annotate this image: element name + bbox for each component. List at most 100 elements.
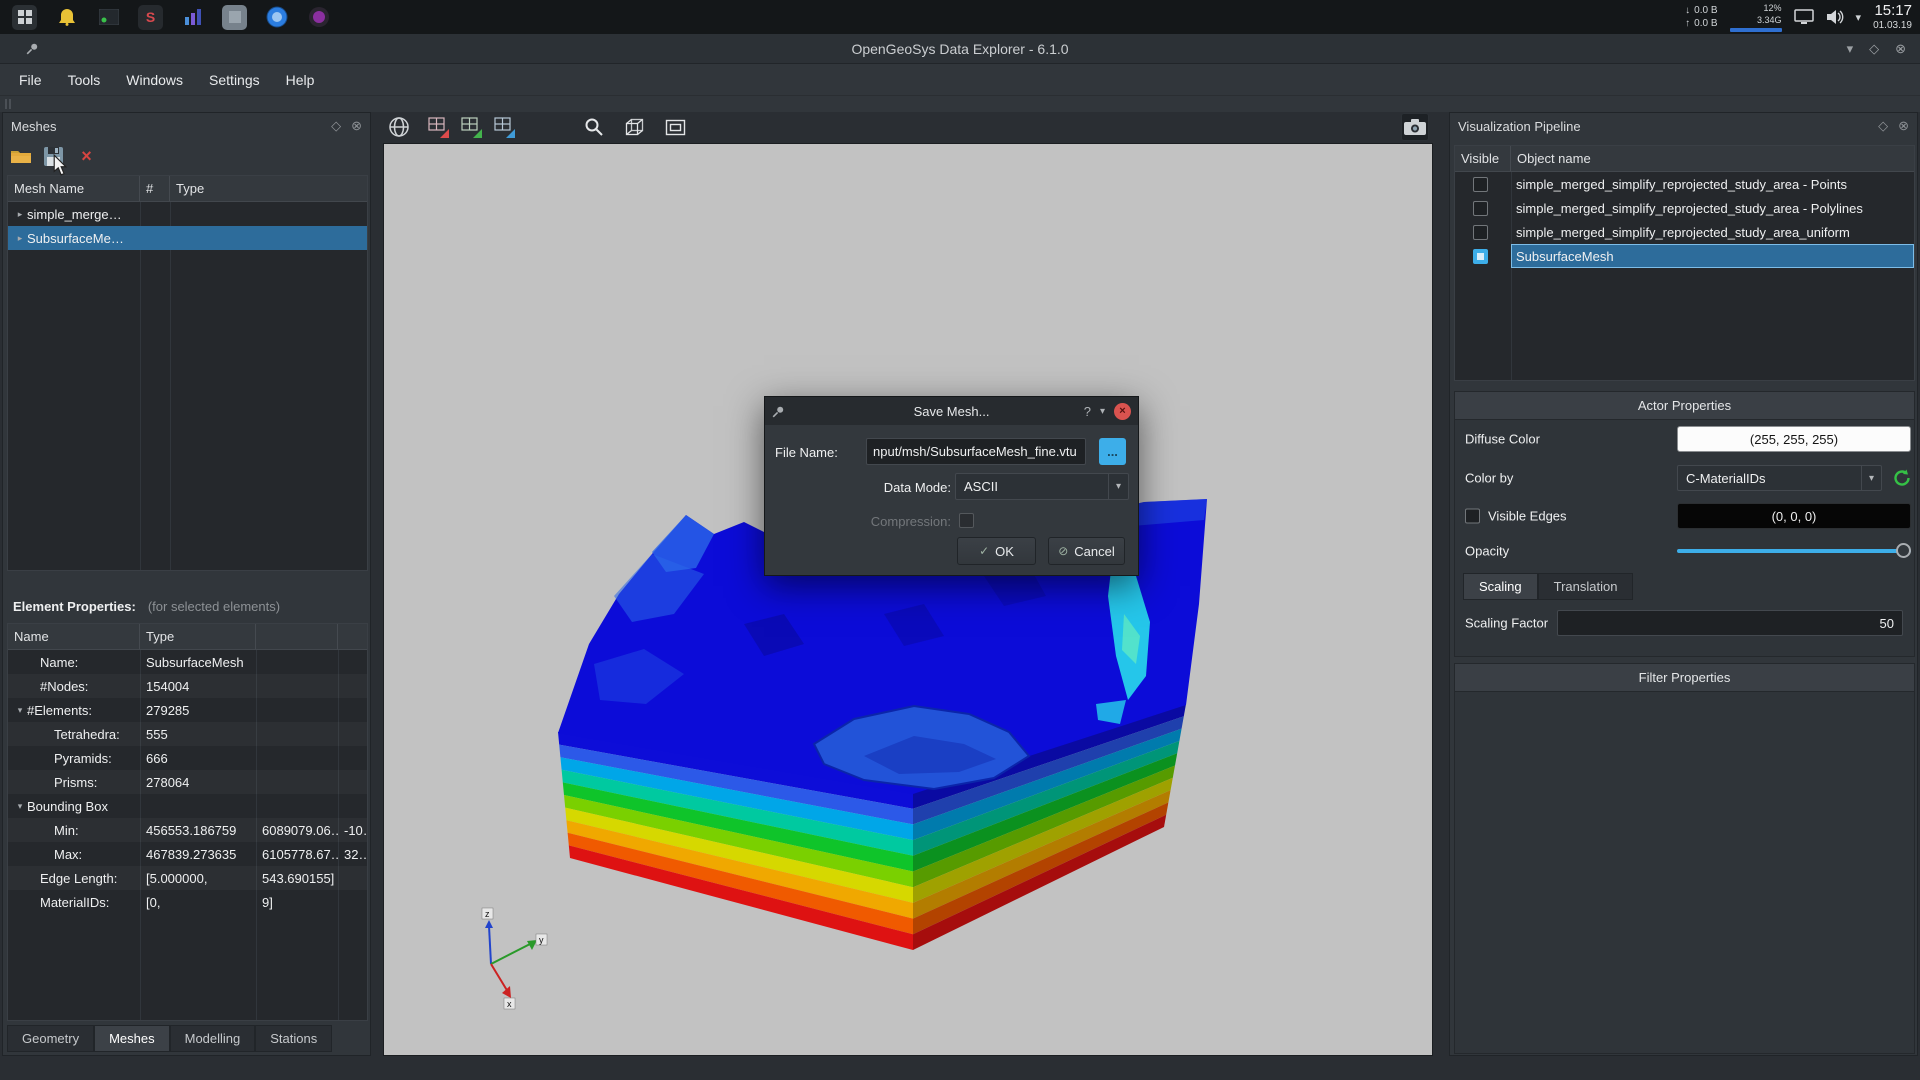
notifications-icon[interactable] (54, 5, 79, 30)
shade-window-icon[interactable]: ▾ (1847, 41, 1854, 57)
property-row[interactable]: Prisms:278064 (8, 770, 367, 794)
tab-translation[interactable]: Translation (1538, 573, 1634, 600)
open-file-button[interactable] (7, 143, 34, 169)
shade-dialog-icon[interactable]: ▾ (1100, 406, 1105, 417)
window-titlebar[interactable]: OpenGeoSys Data Explorer - 6.1.0 ▾ ◇ ⊗ (0, 34, 1920, 64)
media-app-icon[interactable] (306, 5, 331, 30)
globe-button[interactable] (385, 113, 413, 141)
cancel-button[interactable]: ⊘Cancel (1048, 537, 1125, 565)
system-stats[interactable]: 12% 3.34G (1730, 2, 1782, 32)
network-monitor[interactable]: ↓↑ 0.0 B0.0 B (1685, 4, 1717, 30)
menu-windows[interactable]: Windows (113, 67, 196, 93)
meshes-dock-header[interactable]: Meshes ◇ ⊗ (3, 113, 370, 139)
show-all-button[interactable] (620, 113, 648, 141)
add-mesh-element-button[interactable] (457, 113, 485, 141)
remove-mesh-element-button[interactable] (424, 113, 452, 141)
slider-handle[interactable] (1896, 543, 1911, 558)
diffuse-color-label: Diffuse Color (1465, 432, 1540, 447)
visibility-checkbox[interactable] (1473, 177, 1488, 192)
s-app-icon[interactable]: S (138, 5, 163, 30)
menu-help[interactable]: Help (273, 67, 328, 93)
column-header: Name (8, 624, 140, 649)
pipeline-row[interactable]: simple_merged_simplify_reprojected_study… (1455, 196, 1914, 220)
toolbar-handle[interactable] (5, 99, 11, 109)
property-row[interactable]: Tetrahedra:555 (8, 722, 367, 746)
clock[interactable]: 15:17 01.03.19 (1873, 3, 1912, 31)
visibility-checkbox[interactable] (1473, 201, 1488, 216)
close-window-icon[interactable]: ⊗ (1895, 41, 1906, 57)
property-row[interactable]: ▾Bounding Box (8, 794, 367, 818)
pipeline-dock-header[interactable]: Visualization Pipeline ◇ ⊗ (1450, 113, 1917, 139)
property-row[interactable]: Max:467839.2736356105778.67…32… (8, 842, 367, 866)
browse-button[interactable]: ... (1099, 438, 1126, 465)
edge-color-button[interactable]: (0, 0, 0) (1677, 503, 1911, 529)
bounding-box-button[interactable] (661, 113, 689, 141)
close-dock-icon[interactable]: ⊗ (351, 118, 362, 134)
property-row[interactable]: Name:SubsurfaceMesh (8, 650, 367, 674)
mesh-name-label: SubsurfaceMe… (27, 231, 124, 246)
file-name-input[interactable]: nput/msh/SubsurfaceMesh_fine.vtu (866, 438, 1086, 465)
property-value: 456553.186759 (140, 818, 256, 842)
maximize-window-icon[interactable]: ◇ (1869, 41, 1879, 57)
convert-mesh-button[interactable] (490, 113, 518, 141)
color-by-select[interactable]: C-MaterialIDs ▾ (1677, 465, 1882, 491)
expander-icon[interactable]: ▾ (13, 705, 27, 716)
compression-checkbox[interactable] (959, 513, 974, 528)
diffuse-color-button[interactable]: (255, 255, 255) (1677, 426, 1911, 452)
help-button[interactable]: ? (1084, 404, 1091, 419)
property-name: Edge Length: (8, 866, 140, 890)
ok-button[interactable]: ✓OK (957, 537, 1036, 565)
files-app-icon[interactable] (222, 5, 247, 30)
tray-expand-icon[interactable]: ▾ (1856, 11, 1862, 24)
float-dock-icon[interactable]: ◇ (1878, 118, 1888, 134)
tab-scaling[interactable]: Scaling (1463, 573, 1538, 600)
mesh-tree-row[interactable]: ▸SubsurfaceMe… (8, 226, 367, 250)
menu-file[interactable]: File (6, 67, 55, 93)
close-dock-icon[interactable]: ⊗ (1898, 118, 1909, 134)
property-row[interactable]: #Nodes:154004 (8, 674, 367, 698)
property-row[interactable]: ▾#Elements:279285 (8, 698, 367, 722)
tab-stations[interactable]: Stations (255, 1025, 332, 1052)
remove-mesh-button[interactable]: × (73, 143, 100, 169)
mesh-name-label: simple_merge… (27, 207, 122, 222)
property-row[interactable]: Min:456553.1867596089079.06…-10… (8, 818, 367, 842)
float-dock-icon[interactable]: ◇ (331, 118, 341, 134)
render-viewport[interactable]: z y x (383, 143, 1433, 1056)
visible-edges-checkbox[interactable] (1465, 509, 1480, 524)
refresh-colors-button[interactable] (1892, 468, 1912, 488)
scaling-factor-input[interactable]: 50 (1557, 610, 1903, 636)
menu-settings[interactable]: Settings (196, 67, 273, 93)
pipeline-row[interactable]: SubsurfaceMesh (1455, 244, 1914, 268)
opacity-slider[interactable] (1677, 543, 1911, 559)
property-row[interactable]: Edge Length:[5.000000,543.690155] (8, 866, 367, 890)
tab-modelling[interactable]: Modelling (170, 1025, 256, 1052)
expander-icon[interactable]: ▸ (13, 209, 27, 220)
expander-icon[interactable]: ▸ (13, 233, 27, 244)
expander-icon[interactable]: ▾ (13, 801, 27, 812)
visibility-checkbox[interactable] (1473, 249, 1488, 264)
chart-app-icon[interactable] (180, 5, 205, 30)
close-dialog-button[interactable]: × (1114, 403, 1131, 420)
screenshot-button[interactable] (1401, 113, 1429, 141)
pipeline-row[interactable]: simple_merged_simplify_reprojected_study… (1455, 220, 1914, 244)
tab-meshes[interactable]: Meshes (94, 1025, 170, 1052)
pin-icon[interactable] (26, 42, 39, 55)
browser-app-icon[interactable] (264, 5, 289, 30)
volume-icon[interactable] (1826, 9, 1844, 25)
visibility-checkbox[interactable] (1473, 225, 1488, 240)
zoom-button[interactable] (580, 113, 608, 141)
data-mode-label: Data Mode: (775, 480, 951, 495)
column-header: Type (170, 176, 367, 201)
app-launcher-icon[interactable] (12, 5, 37, 30)
dialog-title: Save Mesh... (765, 404, 1138, 419)
data-mode-select[interactable]: ASCII ▾ (955, 473, 1129, 500)
menu-tools[interactable]: Tools (55, 67, 114, 93)
pipeline-row[interactable]: simple_merged_simplify_reprojected_study… (1455, 172, 1914, 196)
dialog-titlebar[interactable]: Save Mesh... ? ▾ × (765, 397, 1138, 425)
display-icon[interactable] (1794, 9, 1814, 25)
property-row[interactable]: MaterialIDs:[0,9] (8, 890, 367, 914)
tab-geometry[interactable]: Geometry (7, 1025, 94, 1052)
property-row[interactable]: Pyramids:666 (8, 746, 367, 770)
terminal-app-icon[interactable] (96, 5, 121, 30)
mesh-tree-row[interactable]: ▸simple_merge… (8, 202, 367, 226)
